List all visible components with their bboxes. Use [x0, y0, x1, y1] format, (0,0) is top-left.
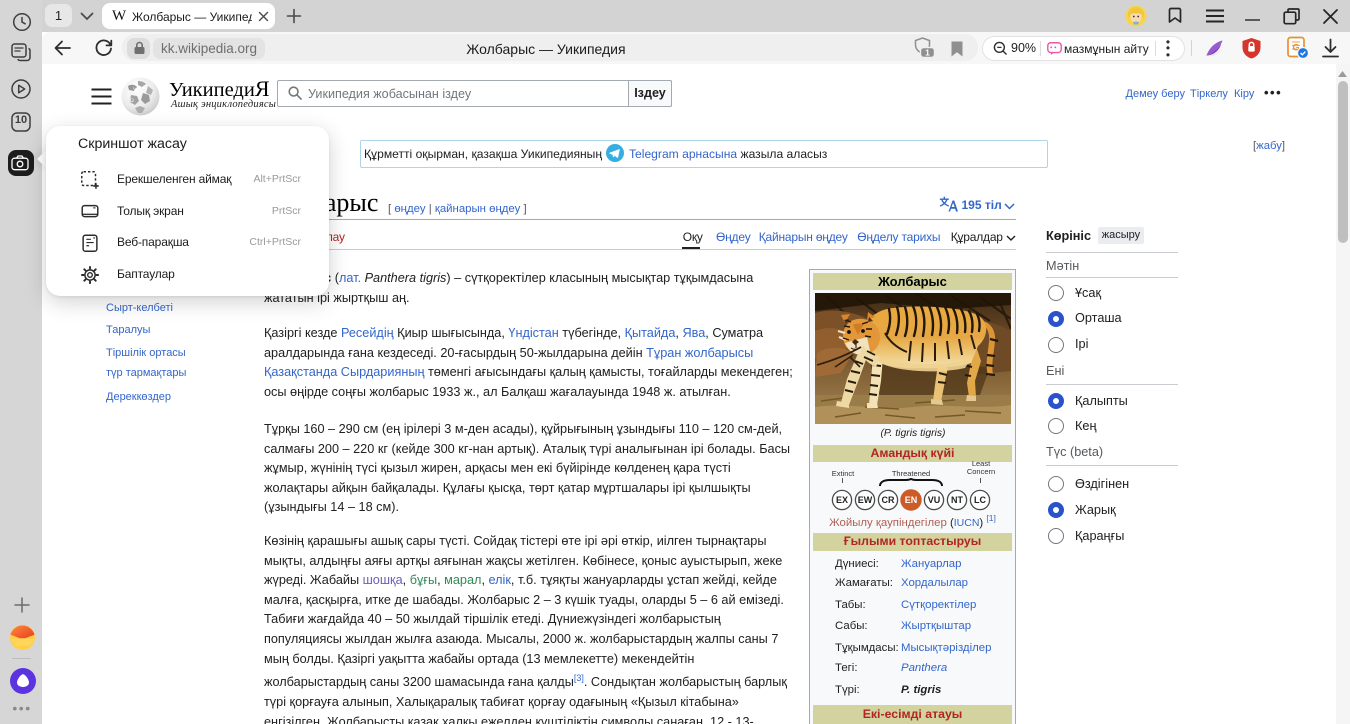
svg-text:И: И — [143, 86, 147, 91]
svg-text:Ω: Ω — [130, 99, 134, 104]
svg-text:EX: EX — [836, 495, 848, 505]
svg-text:NT: NT — [951, 495, 963, 505]
svg-text:W: W — [133, 88, 138, 93]
svg-text:CR: CR — [882, 495, 895, 505]
svg-text:1: 1 — [925, 47, 930, 57]
svg-text:EW: EW — [858, 495, 873, 505]
svg-text:LC: LC — [974, 495, 986, 505]
svg-text:VU: VU — [928, 495, 941, 505]
svg-text:EN: EN — [905, 495, 918, 505]
